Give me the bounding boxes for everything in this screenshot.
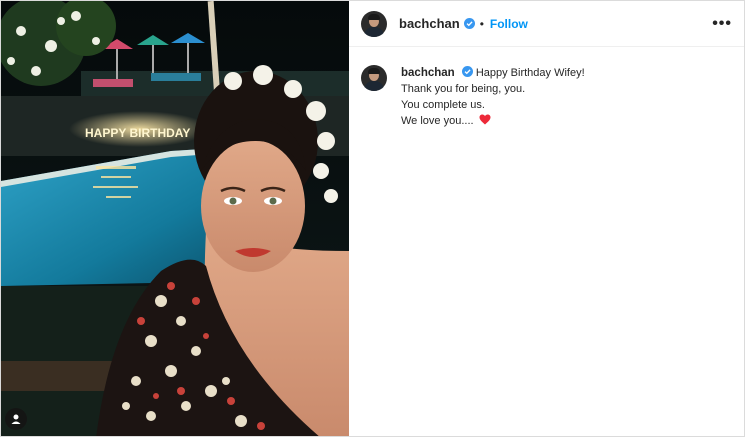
caption-username[interactable]: bachchan: [401, 67, 455, 79]
caption-line: Thank you for being, you.: [401, 83, 526, 95]
post-sidebar: bachchan • Follow ••• bachchan Happy Bir…: [349, 1, 744, 436]
instagram-post: HAPPY BIRTHDAY bachchan • Follow ••• bac…: [0, 0, 745, 437]
caption-line: We love you....: [401, 115, 474, 127]
birthday-sign-text: HAPPY BIRTHDAY: [85, 126, 190, 140]
red-heart-icon: [479, 114, 491, 125]
post-header: bachchan • Follow •••: [349, 1, 744, 47]
caption-avatar[interactable]: [361, 65, 387, 91]
caption-text: bachchan Happy Birthday Wifey! Thank you…: [401, 65, 585, 129]
more-options-icon[interactable]: •••: [712, 15, 732, 32]
post-caption: bachchan Happy Birthday Wifey! Thank you…: [349, 47, 744, 129]
photo-illustration: HAPPY BIRTHDAY: [1, 1, 349, 436]
verified-badge-icon: [463, 18, 475, 29]
header-username[interactable]: bachchan: [399, 16, 460, 31]
post-photo[interactable]: HAPPY BIRTHDAY: [1, 1, 349, 436]
follow-button[interactable]: Follow: [490, 17, 528, 31]
caption-line: Happy Birthday Wifey!: [475, 67, 585, 79]
separator-dot: •: [479, 16, 484, 31]
avatar[interactable]: [361, 10, 387, 37]
tagged-user-icon[interactable]: [5, 408, 27, 430]
caption-line: You complete us.: [401, 99, 485, 111]
verified-badge-icon: [461, 66, 473, 77]
